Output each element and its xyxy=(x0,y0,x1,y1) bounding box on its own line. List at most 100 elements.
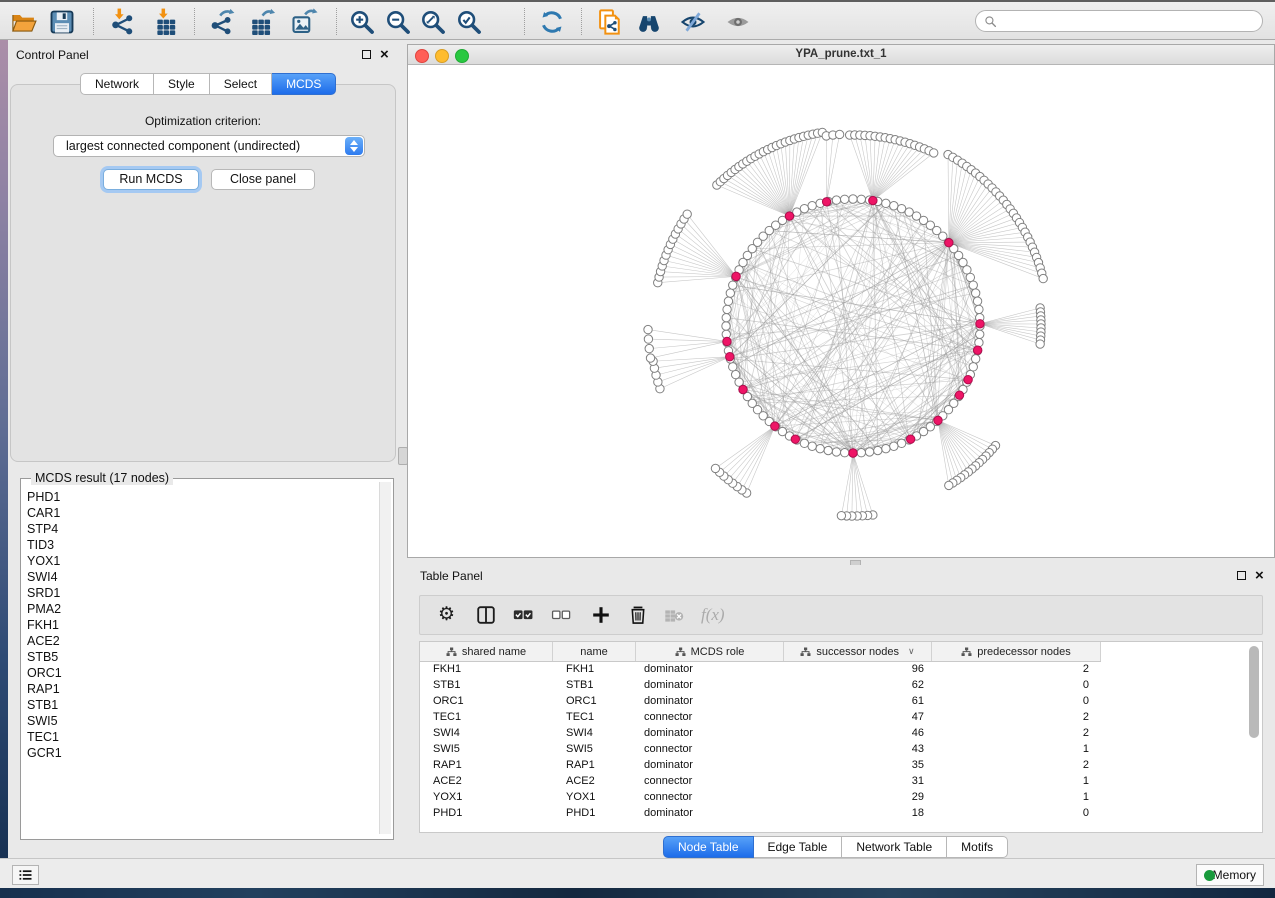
optimization-criterion-select[interactable]: largest connected component (undirected) xyxy=(53,135,365,157)
result-node-item[interactable]: SWI4 xyxy=(27,569,367,585)
cell-predecessor-nodes[interactable]: 1 xyxy=(932,789,1101,805)
cell-name[interactable]: ACE2 xyxy=(553,773,636,789)
network-canvas[interactable] xyxy=(408,65,1274,557)
table-row[interactable]: TEC1TEC1connector472 xyxy=(420,709,1262,725)
clone-network-icon[interactable] xyxy=(596,8,624,36)
cell-shared-name[interactable]: RAP1 xyxy=(420,757,553,773)
memory-button[interactable]: Memory xyxy=(1196,864,1264,886)
cell-predecessor-nodes[interactable]: 0 xyxy=(932,677,1101,693)
cell-shared-name[interactable]: ORC1 xyxy=(420,693,553,709)
cell-MCDS-role[interactable]: dominator xyxy=(636,677,784,693)
result-node-item[interactable]: RAP1 xyxy=(27,681,367,697)
cell-name[interactable]: SWI4 xyxy=(553,725,636,741)
cell-successor-nodes[interactable]: 46 xyxy=(784,725,932,741)
cell-successor-nodes[interactable]: 47 xyxy=(784,709,932,725)
zoom-fit-icon[interactable] xyxy=(419,8,447,36)
result-node-item[interactable]: FKH1 xyxy=(27,617,367,633)
table-row[interactable]: RAP1RAP1dominator352 xyxy=(420,757,1262,773)
cell-shared-name[interactable]: SWI5 xyxy=(420,741,553,757)
cell-MCDS-role[interactable]: connector xyxy=(636,709,784,725)
add-row-icon[interactable] xyxy=(590,604,612,626)
import-table-icon[interactable] xyxy=(152,8,180,36)
result-node-item[interactable]: STB5 xyxy=(27,649,367,665)
result-node-item[interactable]: TID3 xyxy=(27,537,367,553)
cell-shared-name[interactable]: PHD1 xyxy=(420,805,553,821)
cell-predecessor-nodes[interactable]: 2 xyxy=(932,709,1101,725)
result-node-item[interactable]: PMA2 xyxy=(27,601,367,617)
export-table-icon[interactable] xyxy=(248,8,276,36)
cell-name[interactable]: RAP1 xyxy=(553,757,636,773)
first-neighbors-icon[interactable] xyxy=(635,8,663,36)
cell-predecessor-nodes[interactable]: 2 xyxy=(932,661,1101,677)
show-all-icon[interactable] xyxy=(724,8,752,36)
cell-predecessor-nodes[interactable]: 0 xyxy=(932,693,1101,709)
table-row[interactable]: YOX1YOX1connector291 xyxy=(420,789,1262,805)
result-node-item[interactable]: ORC1 xyxy=(27,665,367,681)
column-header-predecessor-nodes[interactable]: predecessor nodes xyxy=(932,642,1101,661)
tab-style[interactable]: Style xyxy=(154,73,210,95)
run-mcds-button[interactable]: Run MCDS xyxy=(103,169,199,190)
cell-name[interactable]: ORC1 xyxy=(553,693,636,709)
table-row[interactable]: FKH1FKH1dominator962 xyxy=(420,661,1262,677)
result-node-item[interactable]: ACE2 xyxy=(27,633,367,649)
zoom-selected-icon[interactable] xyxy=(455,8,483,36)
table-tab-network-table[interactable]: Network Table xyxy=(842,836,947,858)
cell-successor-nodes[interactable]: 61 xyxy=(784,693,932,709)
cell-predecessor-nodes[interactable]: 2 xyxy=(932,757,1101,773)
table-row[interactable]: ACE2ACE2connector311 xyxy=(420,773,1262,789)
cell-shared-name[interactable]: FKH1 xyxy=(420,661,553,677)
search-input[interactable] xyxy=(1002,12,1256,32)
cell-shared-name[interactable]: SWI4 xyxy=(420,725,553,741)
table-row[interactable]: STB1STB1dominator620 xyxy=(420,677,1262,693)
cell-MCDS-role[interactable]: dominator xyxy=(636,725,784,741)
export-network-icon[interactable] xyxy=(208,8,236,36)
table-tab-motifs[interactable]: Motifs xyxy=(947,836,1008,858)
cell-MCDS-role[interactable]: dominator xyxy=(636,757,784,773)
cell-name[interactable]: YOX1 xyxy=(553,789,636,805)
cell-MCDS-role[interactable]: connector xyxy=(636,741,784,757)
result-node-item[interactable]: YOX1 xyxy=(27,553,367,569)
cell-name[interactable]: SWI5 xyxy=(553,741,636,757)
result-node-item[interactable]: STB1 xyxy=(27,697,367,713)
delete-row-icon[interactable] xyxy=(627,604,649,626)
cell-name[interactable]: PHD1 xyxy=(553,805,636,821)
cell-successor-nodes[interactable]: 35 xyxy=(784,757,932,773)
refresh-layout-icon[interactable] xyxy=(538,8,566,36)
close-panel-button[interactable]: Close panel xyxy=(211,169,315,190)
tab-mcds[interactable]: MCDS xyxy=(272,73,336,95)
result-node-item[interactable]: STP4 xyxy=(27,521,367,537)
cell-MCDS-role[interactable]: connector xyxy=(636,773,784,789)
cell-successor-nodes[interactable]: 62 xyxy=(784,677,932,693)
table-row[interactable]: PHD1PHD1dominator180 xyxy=(420,805,1262,821)
save-session-icon[interactable] xyxy=(48,8,76,36)
result-scrollbar[interactable] xyxy=(379,482,391,834)
task-history-button[interactable] xyxy=(12,865,39,885)
clear-checkboxes-icon[interactable] xyxy=(550,604,572,626)
table-tab-node-table[interactable]: Node Table xyxy=(663,836,754,858)
tab-select[interactable]: Select xyxy=(210,73,272,95)
cell-shared-name[interactable]: ACE2 xyxy=(420,773,553,789)
cell-successor-nodes[interactable]: 96 xyxy=(784,661,932,677)
float-panel-icon[interactable] xyxy=(362,50,371,59)
table-row[interactable]: ORC1ORC1dominator610 xyxy=(420,693,1262,709)
tab-network[interactable]: Network xyxy=(80,73,154,95)
settings-gear-icon[interactable]: ⚙ xyxy=(438,604,460,626)
cell-successor-nodes[interactable]: 43 xyxy=(784,741,932,757)
table-row[interactable]: SWI4SWI4dominator462 xyxy=(420,725,1262,741)
result-node-item[interactable]: PHD1 xyxy=(27,489,367,505)
cell-shared-name[interactable]: TEC1 xyxy=(420,709,553,725)
cell-name[interactable]: STB1 xyxy=(553,677,636,693)
cell-MCDS-role[interactable]: dominator xyxy=(636,805,784,821)
open-session-icon[interactable] xyxy=(10,8,38,36)
hide-selected-icon[interactable] xyxy=(679,8,707,36)
float-table-panel-icon[interactable] xyxy=(1237,571,1246,580)
select-all-checkboxes-icon[interactable] xyxy=(512,604,534,626)
result-node-item[interactable]: CAR1 xyxy=(27,505,367,521)
table-row[interactable]: SWI5SWI5connector431 xyxy=(420,741,1262,757)
close-panel-icon[interactable]: × xyxy=(380,50,389,59)
cell-name[interactable]: TEC1 xyxy=(553,709,636,725)
cell-predecessor-nodes[interactable]: 2 xyxy=(932,725,1101,741)
result-node-item[interactable]: GCR1 xyxy=(27,745,367,761)
cell-shared-name[interactable]: STB1 xyxy=(420,677,553,693)
cell-MCDS-role[interactable]: dominator xyxy=(636,661,784,677)
